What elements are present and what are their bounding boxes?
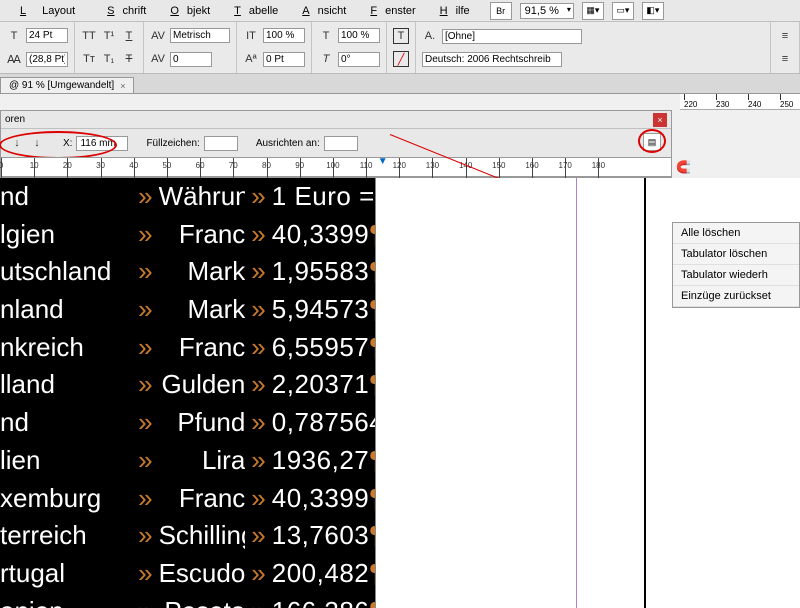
panel-menu-icon[interactable]: ▤: [643, 133, 661, 151]
subscript-icon[interactable]: T₁: [101, 51, 117, 67]
align-right-icon[interactable]: ≡: [777, 51, 793, 67]
frame-edge: [644, 178, 646, 608]
panel-close-icon[interactable]: ×: [653, 113, 667, 127]
hscale-input[interactable]: [338, 28, 380, 43]
menu-fenster[interactable]: Fenster: [354, 5, 423, 17]
menu-ansicht[interactable]: Ansicht: [286, 5, 354, 17]
table-row: rtugal»Escudo»200,482¶: [0, 555, 375, 593]
x-position-input[interactable]: [76, 136, 128, 151]
alignon-input[interactable]: [324, 136, 358, 151]
font-size-icon: T: [6, 28, 22, 44]
tab-ruler[interactable]: 🧲 01020304050607080901001101201301401501…: [1, 157, 671, 177]
kerning-icon: AV: [150, 28, 166, 44]
stroke-color-icon[interactable]: ╱: [393, 51, 409, 67]
screen-mode-icon[interactable]: ▭▾: [612, 2, 634, 20]
horizontal-ruler: 220230240250: [680, 94, 800, 110]
underline-icon[interactable]: T: [121, 28, 137, 44]
smallcaps-icon[interactable]: Tᴛ: [81, 51, 97, 67]
text-frame[interactable]: nd»Währung»1 Euro =¶lgien»Franc»40,3399¶…: [0, 178, 375, 608]
skew-icon: T: [318, 51, 334, 67]
menu-schrift[interactable]: Schrift: [91, 5, 154, 17]
table-row: lland»Gulden»2,20371¶: [0, 366, 375, 404]
allcaps-icon[interactable]: TT: [81, 28, 97, 44]
magnet-icon[interactable]: 🧲: [676, 160, 691, 174]
menu-tabelle[interactable]: Tabelle: [218, 5, 286, 17]
leading-input[interactable]: [26, 52, 68, 67]
language-select[interactable]: [422, 52, 562, 67]
menu-layout[interactable]: LLayout: [4, 5, 91, 17]
flyout-item-3[interactable]: Einzüge zurückset: [673, 286, 799, 307]
table-row: xemburg»Franc»40,3399¶: [0, 480, 375, 518]
close-icon[interactable]: ×: [120, 81, 125, 91]
view-options-icon[interactable]: ▦▾: [582, 2, 604, 20]
flyout-item-0[interactable]: Alle löschen: [673, 223, 799, 244]
tab-align-left-icon[interactable]: ↓: [9, 135, 25, 151]
tracking-input[interactable]: [170, 52, 212, 67]
document-tab[interactable]: @ 91 % [Umgewandelt] ×: [0, 77, 134, 93]
menu-objekt[interactable]: Objekt: [154, 5, 218, 17]
table-row: nd»Währung»1 Euro =¶: [0, 178, 375, 216]
table-row: terreich»Schilling»13,7603¶: [0, 517, 375, 555]
table-row: nd»Pfund»0,787564¶: [0, 404, 375, 442]
menubar: LLayout Schrift Objekt Tabelle Ansicht F…: [0, 0, 800, 22]
kerning-select[interactable]: [170, 28, 230, 43]
menu-hilfe[interactable]: Hilfe: [424, 5, 478, 17]
panel-flyout-menu: Alle löschenTabulator löschenTabulator w…: [672, 222, 800, 308]
font-size-input[interactable]: [26, 28, 68, 43]
align-left-icon[interactable]: ≡: [777, 28, 793, 44]
zoom-level[interactable]: 91,5 %: [520, 3, 574, 19]
hscale-icon: T: [318, 28, 334, 44]
table-row: anien»Peseta»166,386¶: [0, 593, 375, 608]
tabs-panel-title: oren: [5, 114, 25, 125]
baseline-input[interactable]: [263, 52, 305, 67]
fill-color-icon[interactable]: T: [393, 28, 409, 44]
leader-input[interactable]: [204, 136, 238, 151]
leading-icon: Ꜳ: [6, 51, 22, 67]
leader-label: Füllzeichen:: [146, 138, 199, 149]
table-row: utschland»Mark»1,95583¶: [0, 253, 375, 291]
table-row: nland»Mark»5,94573¶: [0, 291, 375, 329]
superscript-icon[interactable]: T¹: [101, 28, 117, 44]
strikethrough-icon[interactable]: T: [121, 51, 137, 67]
arrange-icon[interactable]: ◧▾: [642, 2, 664, 20]
vscale-icon: IT: [243, 28, 259, 44]
skew-input[interactable]: [338, 52, 380, 67]
table-row: nkreich»Franc»6,55957¶: [0, 329, 375, 367]
baseline-icon: Aª: [243, 51, 259, 67]
alignon-label: Ausrichten an:: [256, 138, 320, 149]
control-toolbar: T Ꜳ TT T¹ T Tᴛ T₁ T AV AV IT: [0, 22, 800, 74]
tab-stop-marker[interactable]: ▼: [378, 156, 388, 167]
column-guide: [576, 178, 577, 608]
tab-align-dec-icon[interactable]: ↓: [29, 135, 45, 151]
document-tabbar: @ 91 % [Umgewandelt] ×: [0, 74, 800, 94]
flyout-item-2[interactable]: Tabulator wiederh: [673, 265, 799, 286]
charstyle-icon: A.: [422, 28, 438, 44]
x-label: X:: [63, 138, 72, 149]
tracking-icon: AV: [150, 51, 166, 67]
flyout-item-1[interactable]: Tabulator löschen: [673, 244, 799, 265]
bridge-icon[interactable]: Br: [490, 2, 512, 20]
table-row: lgien»Franc»40,3399¶: [0, 216, 375, 254]
table-row: lien»Lira»1936,27¶: [0, 442, 375, 480]
tabs-panel: oren × ↓ ↓ X: Füllzeichen: Ausrichten an…: [0, 110, 672, 178]
charstyle-select[interactable]: [442, 29, 582, 44]
document-tab-title: @ 91 % [Umgewandelt]: [9, 80, 114, 91]
vscale-input[interactable]: [263, 28, 305, 43]
